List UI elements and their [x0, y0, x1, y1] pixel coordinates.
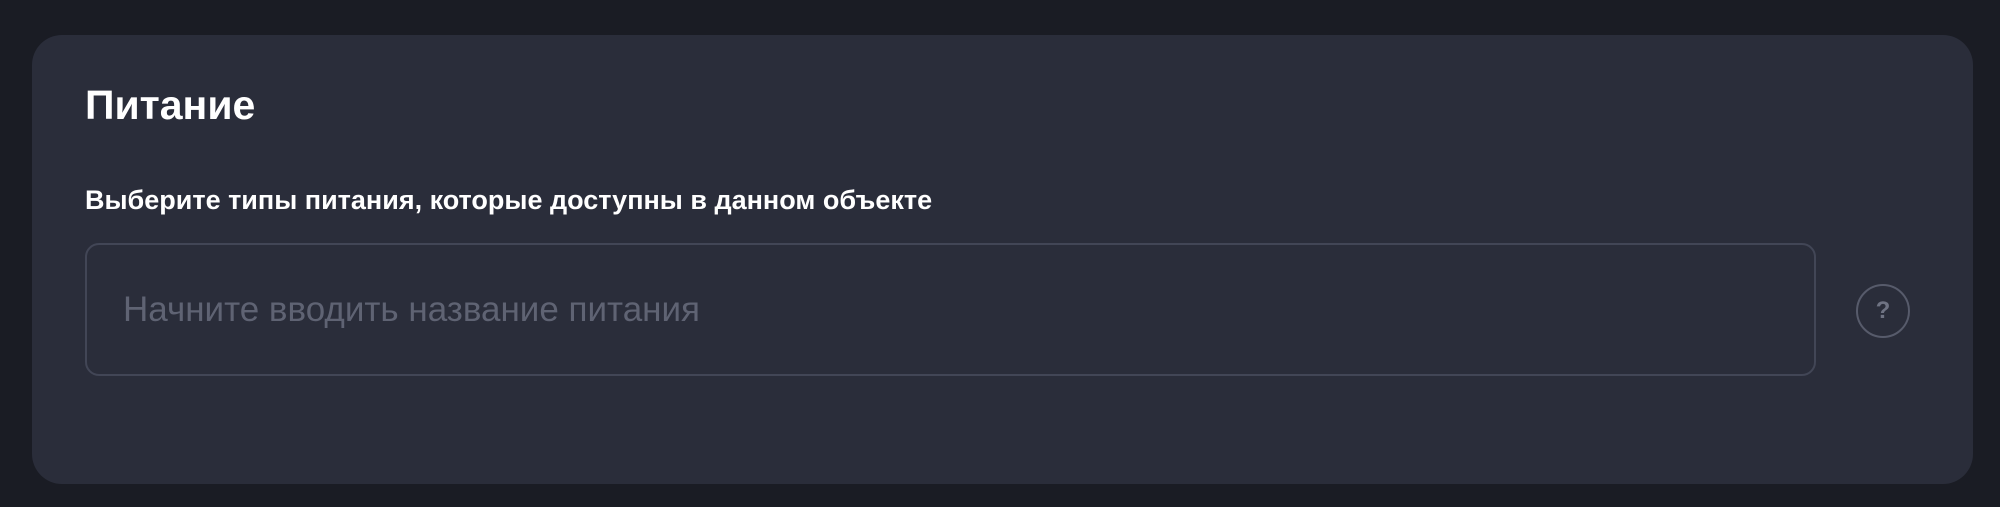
meal-types-label: Выберите типы питания, которые доступны …: [85, 185, 933, 215]
meal-types-search-input[interactable]: [87, 245, 1814, 374]
section-title: Питание: [85, 82, 256, 128]
question-icon: ?: [1875, 297, 1891, 324]
help-button[interactable]: ?: [1856, 284, 1910, 338]
nutrition-section-panel: Питание Выберите типы питания, которые д…: [32, 35, 1973, 484]
meal-types-input-container[interactable]: [85, 243, 1816, 376]
